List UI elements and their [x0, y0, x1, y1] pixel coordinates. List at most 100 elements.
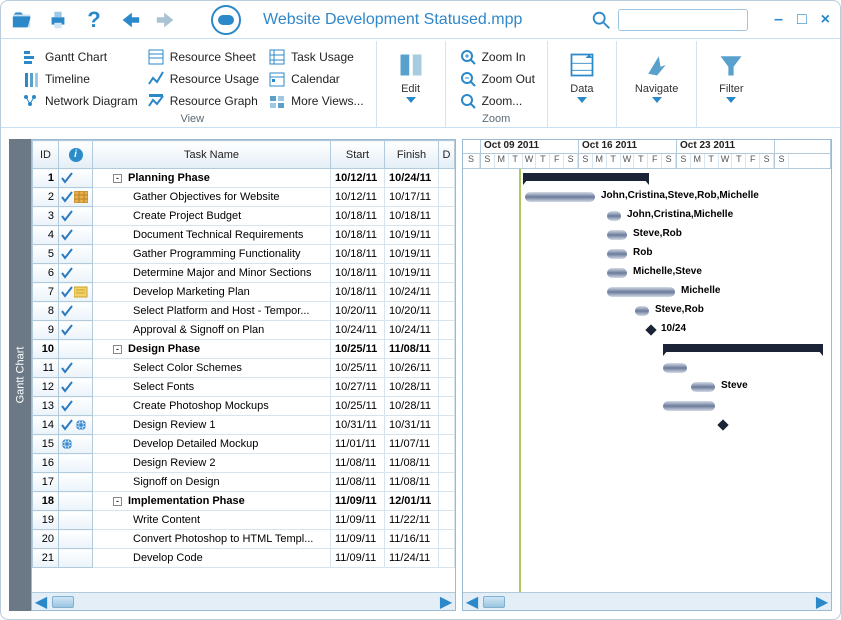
navigate-button[interactable]: Navigate [627, 47, 686, 105]
close-icon[interactable]: × [821, 12, 830, 28]
cell-task-name[interactable]: Signoff on Design [93, 473, 331, 492]
hscroll-right[interactable]: ◀ ▶ [463, 592, 831, 610]
cell-task-name[interactable]: -Implementation Phase [93, 492, 331, 511]
task-bar[interactable] [607, 249, 627, 259]
col-dur[interactable]: D [439, 141, 455, 169]
filter-button[interactable]: Filter [707, 47, 755, 105]
cell-task-name[interactable]: Design Review 2 [93, 454, 331, 473]
view-timeline[interactable]: Timeline [19, 69, 140, 89]
forward-icon[interactable] [155, 9, 177, 31]
sidebar-tab[interactable]: Gantt Chart [9, 139, 31, 611]
gantt-row[interactable] [463, 549, 831, 568]
task-bar[interactable] [635, 306, 649, 316]
table-row[interactable]: 5Gather Programming Functionality10/18/1… [33, 245, 455, 264]
table-row[interactable]: 19Write Content11/09/1111/22/11 [33, 511, 455, 530]
col-indicators[interactable]: i [59, 141, 93, 169]
gantt-row[interactable]: Steve,Rob [463, 302, 831, 321]
zoom-zoom-[interactable]: Zoom... [456, 91, 537, 111]
table-row[interactable]: 20Convert Photoshop to HTML Templ...11/0… [33, 530, 455, 549]
gantt-row[interactable]: Michelle,Steve [463, 264, 831, 283]
cell-task-name[interactable]: Design Review 1 [93, 416, 331, 435]
cell-task-name[interactable]: Gather Objectives for Website [93, 188, 331, 207]
task-bar[interactable] [607, 268, 627, 278]
gantt-row[interactable]: Michelle [463, 283, 831, 302]
cell-task-name[interactable]: Develop Code [93, 549, 331, 568]
cell-task-name[interactable]: -Planning Phase [93, 169, 331, 188]
table-row[interactable]: 17Signoff on Design11/08/1111/08/11 [33, 473, 455, 492]
data-button[interactable]: Data [558, 47, 606, 105]
cell-task-name[interactable]: Approval & Signoff on Plan [93, 321, 331, 340]
cell-task-name[interactable]: Document Technical Requirements [93, 226, 331, 245]
gantt-row[interactable] [463, 454, 831, 473]
task-bar[interactable] [691, 382, 715, 392]
gantt-row[interactable] [463, 435, 831, 454]
view-resource-sheet[interactable]: Resource Sheet [144, 47, 261, 67]
table-row[interactable]: 10-Design Phase10/25/1111/08/11 [33, 340, 455, 359]
table-row[interactable]: 7Develop Marketing Plan10/18/1110/24/11 [33, 283, 455, 302]
view-resource-graph[interactable]: Resource Graph [144, 91, 261, 111]
view-calendar[interactable]: Calendar [265, 69, 365, 89]
back-icon[interactable] [119, 9, 141, 31]
col-id[interactable]: ID [33, 141, 59, 169]
cell-task-name[interactable]: Create Project Budget [93, 207, 331, 226]
print-icon[interactable] [47, 9, 69, 31]
edit-button[interactable]: Edit [387, 47, 435, 105]
gantt-row[interactable]: Rob [463, 245, 831, 264]
view-task-usage[interactable]: Task Usage [265, 47, 365, 67]
scroll-right-icon[interactable]: ▶ [813, 594, 831, 610]
cell-task-name[interactable]: Select Color Schemes [93, 359, 331, 378]
gantt-row[interactable] [463, 397, 831, 416]
view-more-views-[interactable]: More Views... [265, 91, 365, 111]
table-row[interactable]: 1-Planning Phase10/12/1110/24/11 [33, 169, 455, 188]
cell-task-name[interactable]: Develop Detailed Mockup [93, 435, 331, 454]
table-row[interactable]: 14Design Review 110/31/1110/31/11 [33, 416, 455, 435]
scroll-left-icon[interactable]: ◀ [32, 594, 50, 610]
summary-bar[interactable] [523, 173, 649, 181]
gantt-row[interactable]: John,Cristina,Steve,Rob,Michelle [463, 188, 831, 207]
task-bar[interactable] [663, 401, 715, 411]
gantt-row[interactable]: Steve [463, 378, 831, 397]
gantt-row[interactable] [463, 492, 831, 511]
gantt-row[interactable]: Steve,Rob [463, 226, 831, 245]
table-row[interactable]: 21Develop Code11/09/1111/24/11 [33, 549, 455, 568]
table-row[interactable]: 15Develop Detailed Mockup11/01/1111/07/1… [33, 435, 455, 454]
summary-bar[interactable] [663, 344, 823, 352]
cell-task-name[interactable]: Gather Programming Functionality [93, 245, 331, 264]
expand-toggle[interactable]: - [113, 345, 122, 354]
cell-task-name[interactable]: Convert Photoshop to HTML Templ... [93, 530, 331, 549]
task-bar[interactable] [607, 287, 675, 297]
col-task-name[interactable]: Task Name [93, 141, 331, 169]
task-bar[interactable] [607, 211, 621, 221]
scroll-thumb[interactable] [52, 596, 74, 608]
cell-task-name[interactable]: Develop Marketing Plan [93, 283, 331, 302]
table-row[interactable]: 16Design Review 211/08/1111/08/11 [33, 454, 455, 473]
milestone[interactable] [717, 419, 728, 430]
view-gantt-chart[interactable]: Gantt Chart [19, 47, 140, 67]
help-icon[interactable]: ? [83, 9, 105, 31]
gantt-row[interactable]: 10/24 [463, 321, 831, 340]
open-icon[interactable] [11, 9, 33, 31]
hscroll-left[interactable]: ◀ ▶ [32, 592, 455, 610]
col-start[interactable]: Start [331, 141, 385, 169]
maximize-icon[interactable]: □ [797, 12, 807, 28]
task-bar[interactable] [663, 363, 687, 373]
expand-toggle[interactable]: - [113, 497, 122, 506]
expand-toggle[interactable]: - [113, 174, 122, 183]
task-bar[interactable] [607, 230, 627, 240]
table-row[interactable]: 3Create Project Budget10/18/1110/18/11 [33, 207, 455, 226]
gantt-row[interactable] [463, 473, 831, 492]
table-row[interactable]: 4Document Technical Requirements10/18/11… [33, 226, 455, 245]
table-row[interactable]: 6Determine Major and Minor Sections10/18… [33, 264, 455, 283]
table-row[interactable]: 2Gather Objectives for Website10/12/1110… [33, 188, 455, 207]
task-bar[interactable] [525, 192, 595, 202]
cell-task-name[interactable]: Determine Major and Minor Sections [93, 264, 331, 283]
gantt-row[interactable] [463, 416, 831, 435]
cell-task-name[interactable]: Select Fonts [93, 378, 331, 397]
scroll-left-icon[interactable]: ◀ [463, 594, 481, 610]
gantt-row[interactable] [463, 511, 831, 530]
minimize-icon[interactable]: – [774, 12, 783, 28]
cell-task-name[interactable]: -Design Phase [93, 340, 331, 359]
gantt-row[interactable] [463, 359, 831, 378]
gantt-row[interactable] [463, 169, 831, 188]
view-resource-usage[interactable]: Resource Usage [144, 69, 261, 89]
